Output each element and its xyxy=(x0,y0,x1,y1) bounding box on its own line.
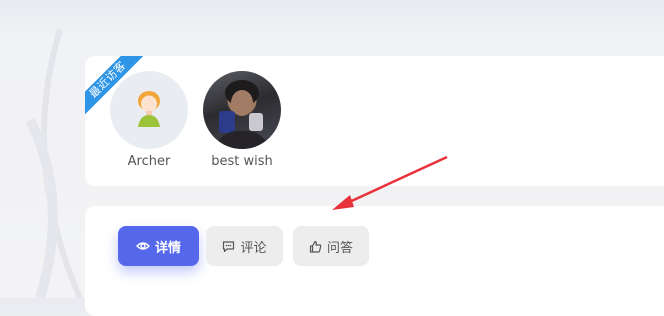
visitor-name: best wish xyxy=(211,154,273,169)
tab-label: 评论 xyxy=(240,240,267,256)
tab-qa[interactable]: 问答 xyxy=(293,226,369,266)
tab-label: 详情 xyxy=(154,240,181,256)
visitor-photo-avatar xyxy=(203,71,281,149)
comment-icon xyxy=(222,240,235,253)
tab-comments[interactable]: 评论 xyxy=(206,226,283,266)
visitor-item[interactable]: Archer xyxy=(104,71,194,171)
eye-icon xyxy=(135,239,150,253)
tab-label: 问答 xyxy=(326,240,353,256)
visitor-item[interactable]: best wish xyxy=(197,71,287,171)
tab-details[interactable]: 详情 xyxy=(118,226,199,266)
default-avatar-icon xyxy=(110,71,188,149)
content-tabs-card: 详情 评论 问答 xyxy=(85,206,664,316)
visitor-name: Archer xyxy=(127,154,171,169)
thumbs-up-icon xyxy=(309,240,322,253)
recent-visitors-card: 最近访客 Archer best wish xyxy=(85,56,664,186)
